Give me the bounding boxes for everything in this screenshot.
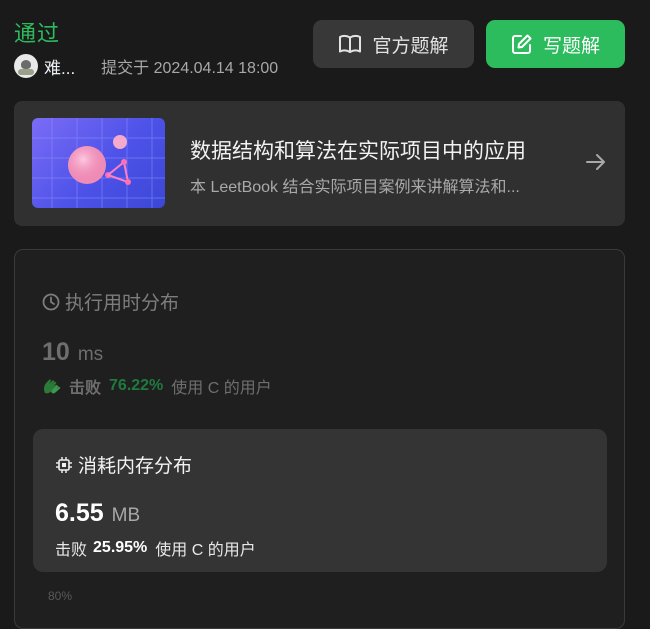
runtime-beat-row: 击败 76.22% 使用 C 的用户	[42, 374, 272, 398]
memory-card[interactable]: 消耗内存分布 6.55 MB 击败 25.95% 使用 C 的用户	[33, 429, 607, 572]
edit-icon	[511, 34, 532, 54]
memory-beat-suffix: 使用 C 的用户	[155, 542, 256, 559]
chip-icon	[56, 456, 72, 473]
leetbook-promo-card[interactable]: 数据结构和算法在实际项目中的应用 本 LeetBook 结合实际项目案例来讲解算…	[14, 101, 625, 226]
memory-value: 6.55	[55, 499, 104, 527]
memory-heading: 消耗内存分布	[55, 451, 256, 478]
memory-beat-label: 击败	[55, 542, 88, 559]
chart-axis-label: 80%	[48, 589, 73, 603]
clock-icon	[42, 293, 60, 310]
book-icon	[339, 34, 362, 53]
memory-heading-label: 消耗内存分布	[78, 456, 193, 477]
runtime-heading: 执行用时分布	[42, 288, 272, 315]
promo-description: 本 LeetBook 结合实际项目案例来讲解算法和...	[190, 179, 520, 196]
leetbook-cover-image	[32, 118, 165, 208]
clapping-hands-icon	[43, 379, 61, 394]
runtime-beat-label: 击败	[69, 380, 102, 397]
submit-time: 提交于 2024.04.14 18:00	[101, 60, 279, 77]
promo-title: 数据结构和算法在实际项目中的应用	[190, 140, 526, 163]
runtime-beat-suffix: 使用 C 的用户	[171, 380, 272, 397]
runtime-value: 10	[42, 338, 70, 366]
memory-beat-row: 击败 25.95% 使用 C 的用户	[55, 536, 256, 560]
official-solution-label: 官方题解	[372, 35, 449, 57]
write-solution-button[interactable]: 写题解	[486, 20, 625, 68]
official-solution-button[interactable]: 官方题解	[313, 20, 474, 68]
memory-value-row: 6.55 MB	[55, 499, 256, 528]
submission-status: 通过	[14, 21, 61, 46]
memory-beat-percent: 25.95%	[93, 539, 148, 556]
write-solution-label: 写题解	[542, 35, 600, 57]
arrow-right-icon	[586, 154, 605, 170]
submission-meta: 难... 提交于 2024.04.14 18:00	[14, 53, 278, 79]
runtime-heading-label: 执行用时分布	[65, 293, 180, 314]
memory-unit: MB	[111, 505, 141, 526]
runtime-beat-percent: 76.22%	[109, 377, 164, 394]
username[interactable]: 难...	[44, 54, 75, 79]
avatar[interactable]	[14, 54, 38, 78]
runtime-value-row: 10 ms	[42, 338, 272, 367]
runtime-card[interactable]: 执行用时分布 10 ms 击败 76.22% 使用 C 的用户	[42, 288, 272, 398]
runtime-unit: ms	[77, 344, 104, 365]
